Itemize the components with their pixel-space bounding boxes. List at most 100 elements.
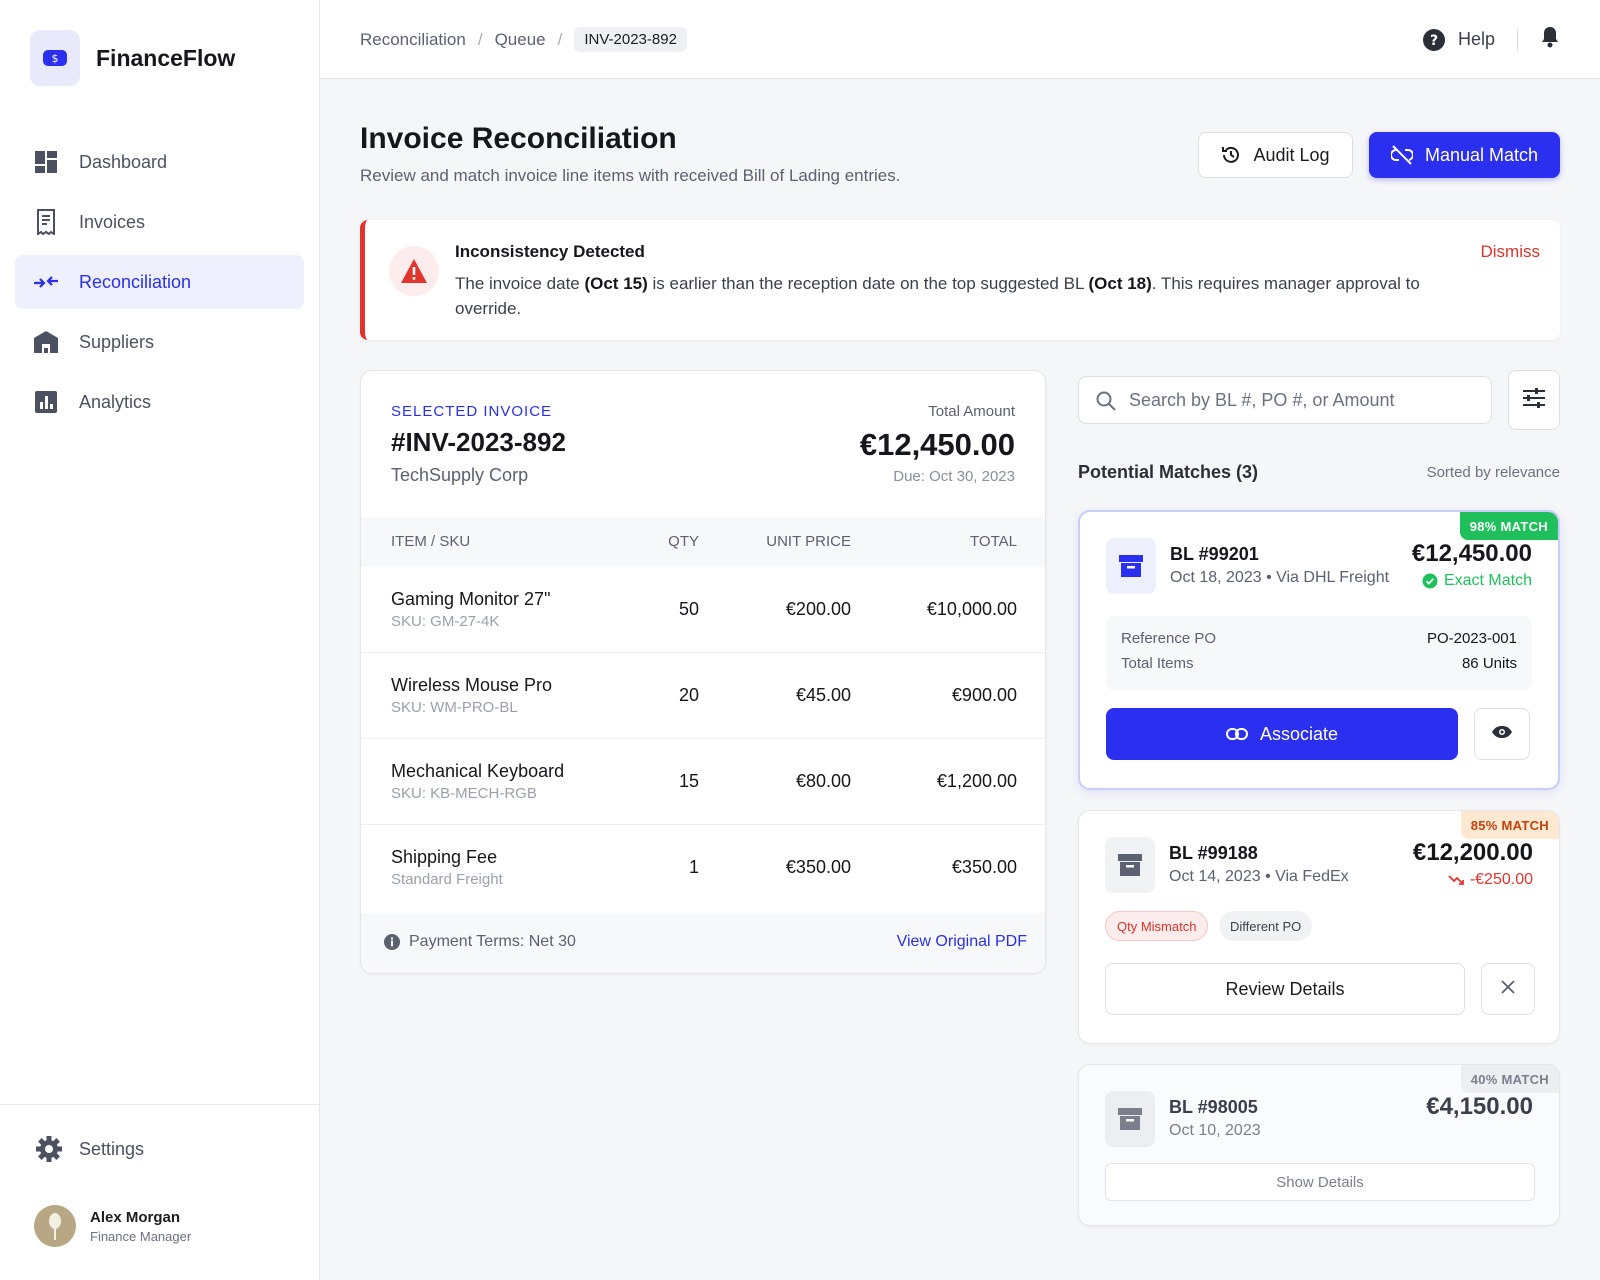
column-header-total: TOTAL	[970, 533, 1017, 550]
search-box	[1078, 376, 1492, 424]
item-total: €350.00	[951, 857, 1017, 877]
sidebar-item-analytics[interactable]: Analytics	[15, 375, 304, 429]
filter-button[interactable]	[1508, 370, 1560, 430]
match-card[interactable]: 98% MATCH BL #99201 Oct 18, 2023 • Via D…	[1078, 510, 1560, 790]
bell-icon[interactable]	[1540, 26, 1560, 53]
audit-log-label: Audit Log	[1253, 144, 1330, 165]
associate-label: Associate	[1259, 723, 1339, 744]
sidebar-item-invoices[interactable]: Invoices	[15, 195, 304, 249]
match-card[interactable]: 85% MATCH BL #99188 Oct 14, 2023 • Via F…	[1078, 810, 1560, 1044]
bl-amount: €4,150.00	[1426, 1093, 1533, 1120]
item-qty: 20	[678, 685, 699, 705]
app-name: FinanceFlow	[96, 44, 236, 71]
help-label: Help	[1457, 29, 1495, 49]
sliders-icon	[1522, 387, 1546, 414]
search-icon	[1095, 390, 1117, 412]
archive-icon	[1105, 1091, 1155, 1147]
settings-link[interactable]: Settings	[35, 1135, 144, 1163]
help-icon: ?	[1422, 28, 1446, 52]
qty-mismatch-tag: Qty Mismatch	[1105, 911, 1209, 941]
reference-details: Reference PO PO-2023-001 Total Items 86 Un…	[1106, 616, 1532, 690]
item-qty: 50	[678, 599, 699, 619]
total-items-value: 86 Units	[1461, 655, 1517, 672]
item-sku: Standard Freight	[391, 871, 503, 888]
show-details-button[interactable]: Show Details	[1105, 1163, 1535, 1201]
invoice-footer: Payment Terms: Net 30 View Original PDF	[361, 913, 1045, 973]
inconsistency-alert: Inconsistency Detected The invoice date …	[360, 220, 1560, 340]
item-sku: SKU: WM-PRO-BL	[391, 699, 518, 716]
item-sku: SKU: GM-27-4K	[391, 613, 500, 630]
different-po-tag: Different PO	[1219, 911, 1313, 941]
reference-po-label: Reference PO	[1121, 630, 1217, 647]
breadcrumb-queue[interactable]: Queue	[495, 30, 546, 50]
sidebar-item-suppliers[interactable]: Suppliers	[15, 315, 304, 369]
invoice-supplier: TechSupply Corp	[391, 465, 529, 485]
audit-log-button[interactable]: Audit Log	[1198, 132, 1353, 178]
reference-po-value: PO-2023-001	[1426, 630, 1517, 647]
user-profile[interactable]: Alex Morgan Finance Manager	[34, 1205, 191, 1247]
match-card[interactable]: 40% MATCH BL #98005 Oct 10, 2023 €4,150.…	[1078, 1064, 1560, 1226]
reject-button[interactable]	[1481, 963, 1535, 1015]
item-qty: 1	[688, 857, 699, 877]
history-icon	[1221, 145, 1241, 165]
item-name: Gaming Monitor 27"	[391, 589, 551, 609]
table-row[interactable]: Wireless Mouse Pro SKU: WM-PRO-BL 20 €45…	[361, 653, 1045, 739]
sidebar-nav: Dashboard Invoices Reconciliation Suppli…	[15, 135, 304, 435]
link-icon	[1225, 727, 1248, 741]
search-input[interactable]	[1129, 377, 1479, 423]
sort-label[interactable]: Sorted by relevance	[1427, 464, 1560, 481]
column-header-item: ITEM / SKU	[391, 533, 471, 550]
item-name: Shipping Fee	[391, 847, 498, 867]
table-row[interactable]: Shipping Fee Standard Freight 1 €350.00 …	[361, 825, 1045, 911]
sidebar-item-label: Invoices	[79, 211, 146, 232]
column-header-unit-price: UNIT PRICE	[766, 533, 851, 550]
invoice-card: SELECTED INVOICE #INV-2023-892 TechSuppl…	[360, 370, 1046, 974]
help-button[interactable]: ? Help	[1422, 28, 1495, 52]
sidebar: $ FinanceFlow Dashboard Invoices Reconci…	[0, 0, 320, 1280]
eye-icon	[1491, 725, 1513, 744]
payment-terms: Payment Terms: Net 30	[383, 933, 576, 951]
dismiss-button[interactable]: Dismiss	[1481, 242, 1541, 262]
associate-button[interactable]: Associate	[1106, 708, 1458, 760]
svg-text:$: $	[52, 52, 59, 65]
match-score-badge: 98% MATCH	[1459, 512, 1558, 540]
bl-meta: Oct 10, 2023	[1169, 1122, 1261, 1139]
breadcrumb-separator: /	[477, 29, 483, 49]
link-off-icon	[1390, 145, 1413, 165]
item-total: €900.00	[951, 685, 1017, 705]
potential-matches-title: Potential Matches (3)	[1078, 462, 1259, 482]
dashboard-icon	[33, 149, 59, 175]
close-icon	[1500, 979, 1516, 1000]
archive-icon	[1105, 837, 1155, 893]
breadcrumb-separator: /	[557, 29, 563, 49]
invoice-number: #INV-2023-892	[391, 427, 566, 457]
warning-icon	[389, 246, 439, 296]
sidebar-item-dashboard[interactable]: Dashboard	[15, 135, 304, 189]
brand[interactable]: $ FinanceFlow	[30, 30, 235, 86]
sidebar-item-label: Suppliers	[79, 331, 155, 352]
sidebar-item-reconciliation[interactable]: Reconciliation	[15, 255, 304, 309]
manual-match-label: Manual Match	[1424, 144, 1539, 165]
item-sku: SKU: KB-MECH-RGB	[391, 785, 537, 802]
topbar: Reconciliation / Queue / INV-2023-892 ? …	[320, 0, 1600, 79]
bl-meta: Oct 14, 2023 • Via FedEx	[1169, 868, 1349, 885]
amount-difference-text: -€250.00	[1469, 871, 1533, 888]
bl-meta: Oct 18, 2023 • Via DHL Freight	[1170, 569, 1390, 586]
total-amount-label: Total Amount	[928, 403, 1015, 420]
archive-icon	[1106, 538, 1156, 594]
match-status-text: Exact Match	[1443, 572, 1532, 589]
view-original-pdf-link[interactable]: View Original PDF	[897, 933, 1027, 951]
item-unit-price: €45.00	[795, 685, 851, 705]
preview-button[interactable]	[1474, 708, 1530, 760]
warehouse-icon	[33, 329, 59, 355]
payment-terms-text: Payment Terms: Net 30	[409, 933, 576, 950]
item-unit-price: €80.00	[795, 771, 851, 791]
table-row[interactable]: Mechanical Keyboard SKU: KB-MECH-RGB 15 …	[361, 739, 1045, 825]
bl-number: BL #98005	[1169, 1097, 1258, 1117]
match-status: Exact Match	[1422, 572, 1532, 590]
breadcrumb-reconciliation[interactable]: Reconciliation	[360, 30, 466, 50]
table-row[interactable]: Gaming Monitor 27" SKU: GM-27-4K 50 €200…	[361, 567, 1045, 653]
review-details-button[interactable]: Review Details	[1105, 963, 1465, 1015]
item-total: €1,200.00	[936, 771, 1017, 791]
manual-match-button[interactable]: Manual Match	[1369, 132, 1560, 178]
